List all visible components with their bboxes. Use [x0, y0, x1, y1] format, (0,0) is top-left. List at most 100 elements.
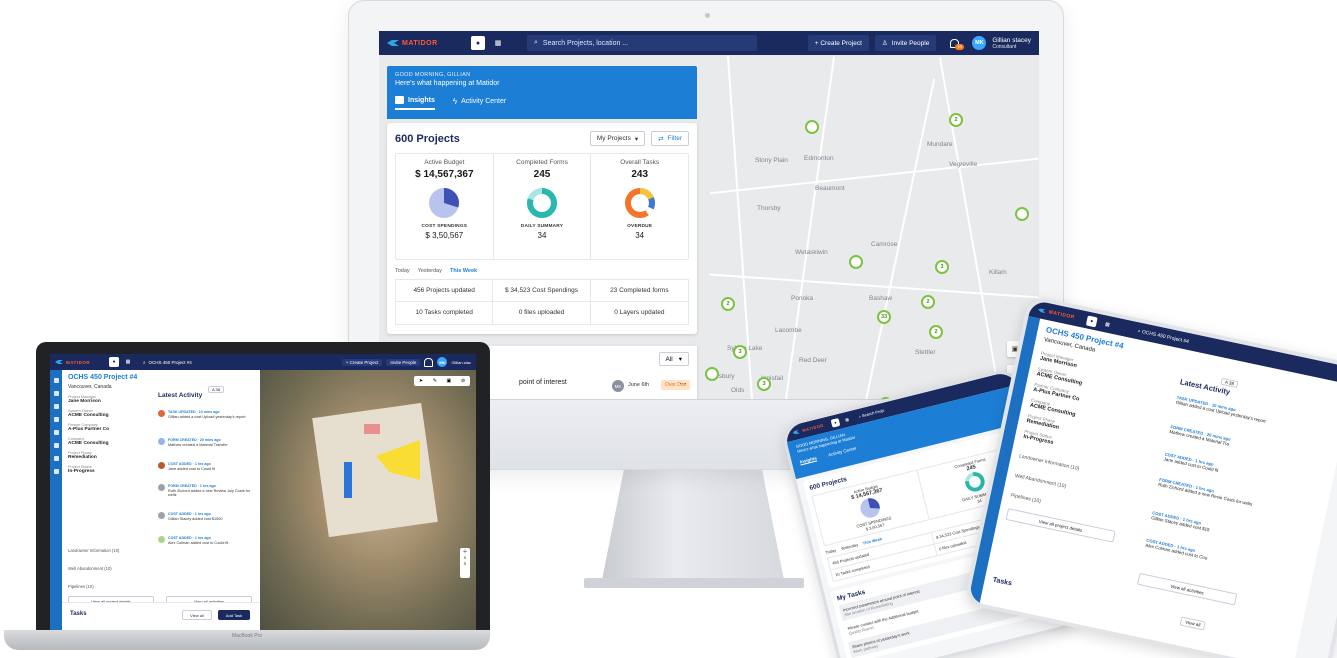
- map-label: Lacombe: [775, 327, 802, 334]
- tab-activity-center[interactable]: Activity Center: [828, 446, 858, 459]
- map-label: Edmonton: [804, 155, 834, 162]
- map-pin[interactable]: [849, 255, 863, 269]
- invite-people-button[interactable]: ♙ Invite People: [874, 35, 937, 51]
- activity-item[interactable]: FORM CREATED · 20 mins ago Mathew created…: [158, 438, 254, 447]
- app-logo[interactable]: MATIDOR: [55, 357, 99, 367]
- link-well-abandonment[interactable]: Well Abandonment (10): [68, 566, 112, 571]
- view-all-button[interactable]: View all: [1179, 616, 1207, 631]
- sidebar-icon[interactable]: [53, 456, 59, 461]
- activity-item[interactable]: TASK UPDATED · 10 mins ago Gillian added …: [158, 410, 254, 419]
- grid-icon[interactable]: ▦: [1102, 318, 1114, 330]
- map-pin[interactable]: 3: [733, 345, 747, 359]
- map-pin[interactable]: 2: [921, 295, 935, 309]
- stat-value: 243: [631, 169, 649, 180]
- search-input[interactable]: ⌕ Search Projects, location ...: [527, 35, 757, 51]
- search-value: OCHS 450 Project #4: [148, 359, 192, 365]
- projects-title: 600 Projects: [395, 132, 460, 145]
- ruler-icon[interactable]: ⊘: [461, 378, 465, 384]
- activity-head: COST ADDED · 1 hrs ago: [168, 462, 211, 466]
- view-activities-button[interactable]: View all activities: [1137, 572, 1238, 606]
- zoom-controls[interactable]: ＋ ⌕ ⌕: [460, 548, 470, 578]
- link-landowner[interactable]: Landowner Information (10): [68, 548, 119, 553]
- map-label: Stettler: [915, 349, 936, 356]
- bell-icon[interactable]: [424, 358, 433, 367]
- map-pin[interactable]: 33: [877, 310, 891, 324]
- task-date: June 6th: [628, 382, 650, 388]
- layers-icon[interactable]: ▣: [447, 378, 452, 384]
- create-project-button[interactable]: + Create Project: [341, 358, 383, 366]
- sidebar-icon[interactable]: [53, 443, 59, 448]
- map-label: Camrose: [871, 241, 898, 248]
- summary-cell: 0 files uploaded: [493, 302, 591, 324]
- summary-cell: 456 Projects updated: [396, 280, 494, 302]
- activity-item[interactable]: COST ADDED · 1 hrs ago Alex Colman added …: [158, 536, 254, 545]
- site-marker: [364, 424, 380, 434]
- sidebar-icon[interactable]: [53, 430, 59, 435]
- map-label: Killam: [989, 269, 1007, 276]
- avatar[interactable]: MK: [437, 357, 448, 367]
- grid-icon[interactable]: ▦: [842, 415, 852, 425]
- map-pin[interactable]: [705, 367, 719, 381]
- app-logo[interactable]: MATIDOR: [387, 38, 443, 48]
- tasks-filter-select[interactable]: All ▾: [658, 352, 689, 366]
- invite-people-button[interactable]: Invite People: [386, 358, 421, 366]
- project-location: Vancouver, Canada: [68, 384, 112, 390]
- bell-icon[interactable]: 99: [948, 37, 965, 50]
- sidebar-icon[interactable]: [53, 391, 59, 396]
- grid-icon[interactable]: ▦: [123, 357, 133, 367]
- search-input[interactable]: ⌕ OCHS 450 Project #4: [143, 357, 283, 367]
- laptop-model-label: MacBook Pro: [231, 633, 262, 639]
- activity-item[interactable]: FORM CREATED · 1 hrs ago Ruth Zichord add…: [158, 484, 254, 497]
- user-info[interactable]: Gillian stacey Consultant: [992, 37, 1031, 50]
- period-this-week[interactable]: This Week: [450, 268, 477, 274]
- period-yesterday[interactable]: Yesterday: [418, 268, 442, 274]
- more-icon[interactable]: ⋯: [679, 379, 687, 388]
- filter-button[interactable]: ⇄ Filter: [651, 131, 689, 146]
- location-pin-icon[interactable]: ●: [1085, 315, 1098, 327]
- pencil-icon[interactable]: ✎: [433, 378, 437, 384]
- map-pin[interactable]: [805, 120, 819, 134]
- tab-insights[interactable]: Insights: [799, 455, 818, 466]
- task-title[interactable]: point of interest: [519, 379, 567, 386]
- map-pin[interactable]: 2: [721, 297, 735, 311]
- map-pin[interactable]: 2: [949, 113, 963, 127]
- tab-activity-center[interactable]: ϟ Activity Center: [453, 96, 506, 110]
- avatar[interactable]: MK: [972, 36, 987, 50]
- map-pin[interactable]: [1015, 207, 1029, 221]
- satellite-map[interactable]: ➤ ✎ ▣ ⊘ ＋ ⌕ ⌕: [260, 370, 476, 630]
- sidebar-icon[interactable]: [53, 378, 59, 383]
- sidebar-icon[interactable]: [53, 404, 59, 409]
- map-toolbar[interactable]: ➤ ✎ ▣ ⊘: [414, 376, 470, 386]
- greeting: GOOD MORNING, GILLIAN: [395, 72, 471, 78]
- map-pin[interactable]: 3: [935, 260, 949, 274]
- activity-item[interactable]: COST ADDED · 1 hrs ago Gillian Stacey add…: [158, 512, 254, 521]
- grid-icon[interactable]: ▦: [491, 36, 505, 50]
- activity-head: COST ADDED · 1 hrs ago: [168, 512, 211, 516]
- location-pin-icon[interactable]: ●: [471, 36, 485, 50]
- devices-mockup: Edmonton Stony Plain Beaumont Vegreville…: [0, 0, 1337, 658]
- period-today[interactable]: Today: [825, 548, 837, 555]
- projects-filter-select[interactable]: My Projects ▾: [589, 131, 646, 146]
- tasks-title: Tasks: [70, 611, 87, 617]
- period-today[interactable]: Today: [395, 268, 410, 274]
- link-pipelines[interactable]: Pipelines (10): [68, 584, 94, 589]
- map-pin[interactable]: 3: [757, 377, 771, 391]
- field-value: Jane Morrison: [68, 399, 101, 404]
- tablet-frame: MATIDOR ● ▦ ⌕ OCHS 450 Project #4 OCHS 4…: [963, 294, 1337, 658]
- summary-cell: 10 Tasks completed: [396, 302, 494, 324]
- location-pin-icon[interactable]: ●: [830, 417, 841, 428]
- cursor-icon[interactable]: ➤: [419, 378, 423, 384]
- map-pin[interactable]: 2: [929, 325, 943, 339]
- sidebar-icon[interactable]: [53, 469, 59, 474]
- search-input[interactable]: ⌕ Search Proje: [858, 408, 885, 419]
- sidebar-icon[interactable]: [53, 417, 59, 422]
- member-count-badge[interactable]: A 38: [208, 386, 225, 393]
- location-pin-icon[interactable]: ●: [109, 357, 119, 367]
- create-project-button[interactable]: + Create Project: [807, 35, 869, 51]
- add-task-button[interactable]: Add Task: [218, 610, 250, 620]
- view-all-button[interactable]: View all: [182, 610, 212, 620]
- logo-mark-icon: [387, 40, 399, 46]
- stat-value: 245: [533, 169, 551, 180]
- activity-item[interactable]: COST ADDED · 1 hrs ago Jane added cost to…: [158, 462, 254, 471]
- tab-insights[interactable]: Insights: [395, 96, 435, 110]
